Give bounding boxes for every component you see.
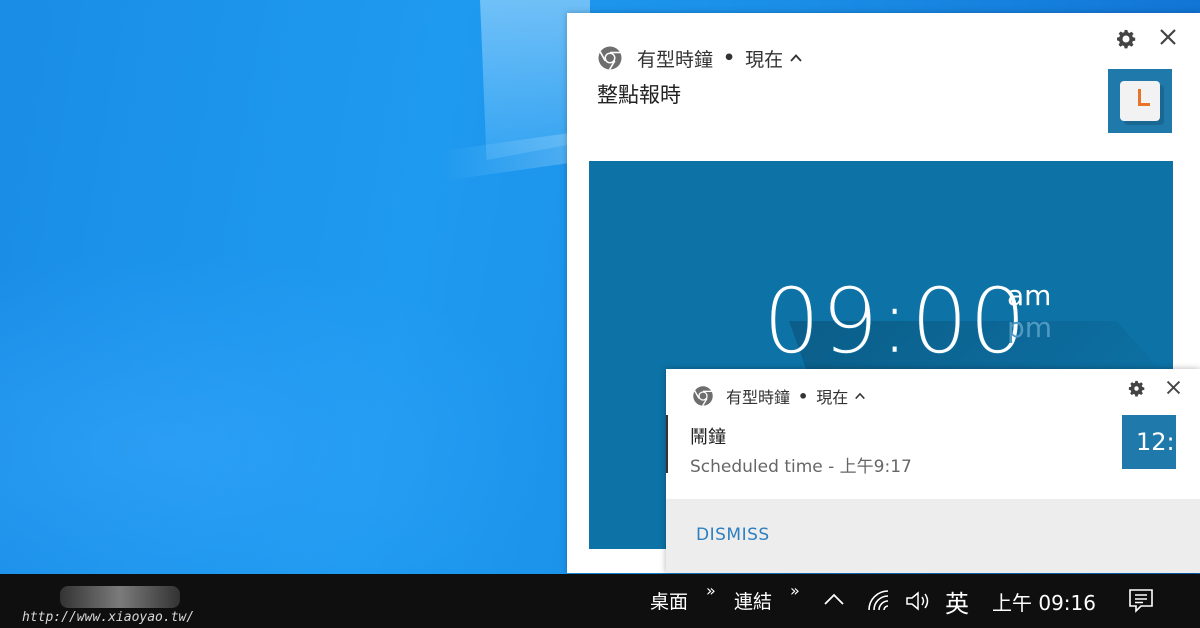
close-icon[interactable] bbox=[1158, 27, 1178, 47]
notification-alarm[interactable]: 有型時鐘 • 現在 鬧鐘 Scheduled time - 上午9:17 12:… bbox=[666, 369, 1200, 573]
volume-icon[interactable] bbox=[904, 589, 934, 613]
taskbar-clock[interactable]: 上午 09:16 bbox=[992, 587, 1096, 616]
am-label: am bbox=[1007, 279, 1052, 312]
notification-time: 現在 bbox=[816, 388, 849, 407]
dismiss-button[interactable]: DISMISS bbox=[696, 525, 770, 545]
separator-dot: • bbox=[798, 386, 809, 406]
separator-dot: • bbox=[723, 47, 736, 69]
wifi-icon[interactable] bbox=[866, 588, 892, 614]
gear-icon[interactable] bbox=[1128, 380, 1145, 397]
taskbar: http://www.xiaoyao.tw/ 桌面 » 連結 » 英 上午 09… bbox=[0, 574, 1200, 628]
notification-title: 鬧鐘 bbox=[690, 427, 726, 448]
gear-icon[interactable] bbox=[1116, 29, 1136, 49]
chrome-icon bbox=[692, 385, 714, 407]
clock-time-display: 09:00 bbox=[763, 269, 1028, 375]
watermark-logo bbox=[60, 586, 180, 608]
notification-accent-bar bbox=[666, 415, 668, 473]
notification-header: 有型時鐘 • 現在 bbox=[597, 45, 803, 71]
toolbar-links[interactable]: 連結 bbox=[734, 587, 772, 614]
watermark-url: http://www.xiaoyao.tw/ bbox=[22, 610, 195, 625]
toolbar-desktop-chevron[interactable]: » bbox=[706, 581, 716, 600]
notification-header: 有型時鐘 • 現在 bbox=[692, 385, 866, 407]
tray-up-icon[interactable] bbox=[822, 588, 846, 612]
watermark: http://www.xiaoyao.tw/ bbox=[20, 586, 210, 625]
chevron-up-icon[interactable] bbox=[789, 51, 803, 65]
clock-app-icon bbox=[1108, 69, 1172, 133]
notification-app-name: 有型時鐘 bbox=[637, 48, 714, 71]
notification-title: 整點報時 bbox=[597, 83, 681, 107]
notification-time: 現在 bbox=[745, 48, 784, 71]
toolbar-desktop[interactable]: 桌面 bbox=[650, 587, 688, 614]
alarm-app-icon: 12: bbox=[1122, 415, 1176, 469]
action-center-icon[interactable] bbox=[1127, 587, 1155, 615]
chrome-icon bbox=[597, 45, 623, 71]
toolbar-links-chevron[interactable]: » bbox=[790, 581, 800, 600]
pm-label: pm bbox=[1007, 311, 1053, 344]
notification-body: Scheduled time - 上午9:17 bbox=[690, 457, 912, 477]
chevron-up-icon[interactable] bbox=[854, 390, 866, 402]
notification-app-name: 有型時鐘 bbox=[726, 388, 791, 407]
notification-actions: DISMISS bbox=[666, 499, 1200, 573]
close-icon[interactable] bbox=[1165, 379, 1182, 396]
wallpaper-glow bbox=[0, 250, 560, 574]
ime-indicator[interactable]: 英 bbox=[945, 584, 969, 619]
